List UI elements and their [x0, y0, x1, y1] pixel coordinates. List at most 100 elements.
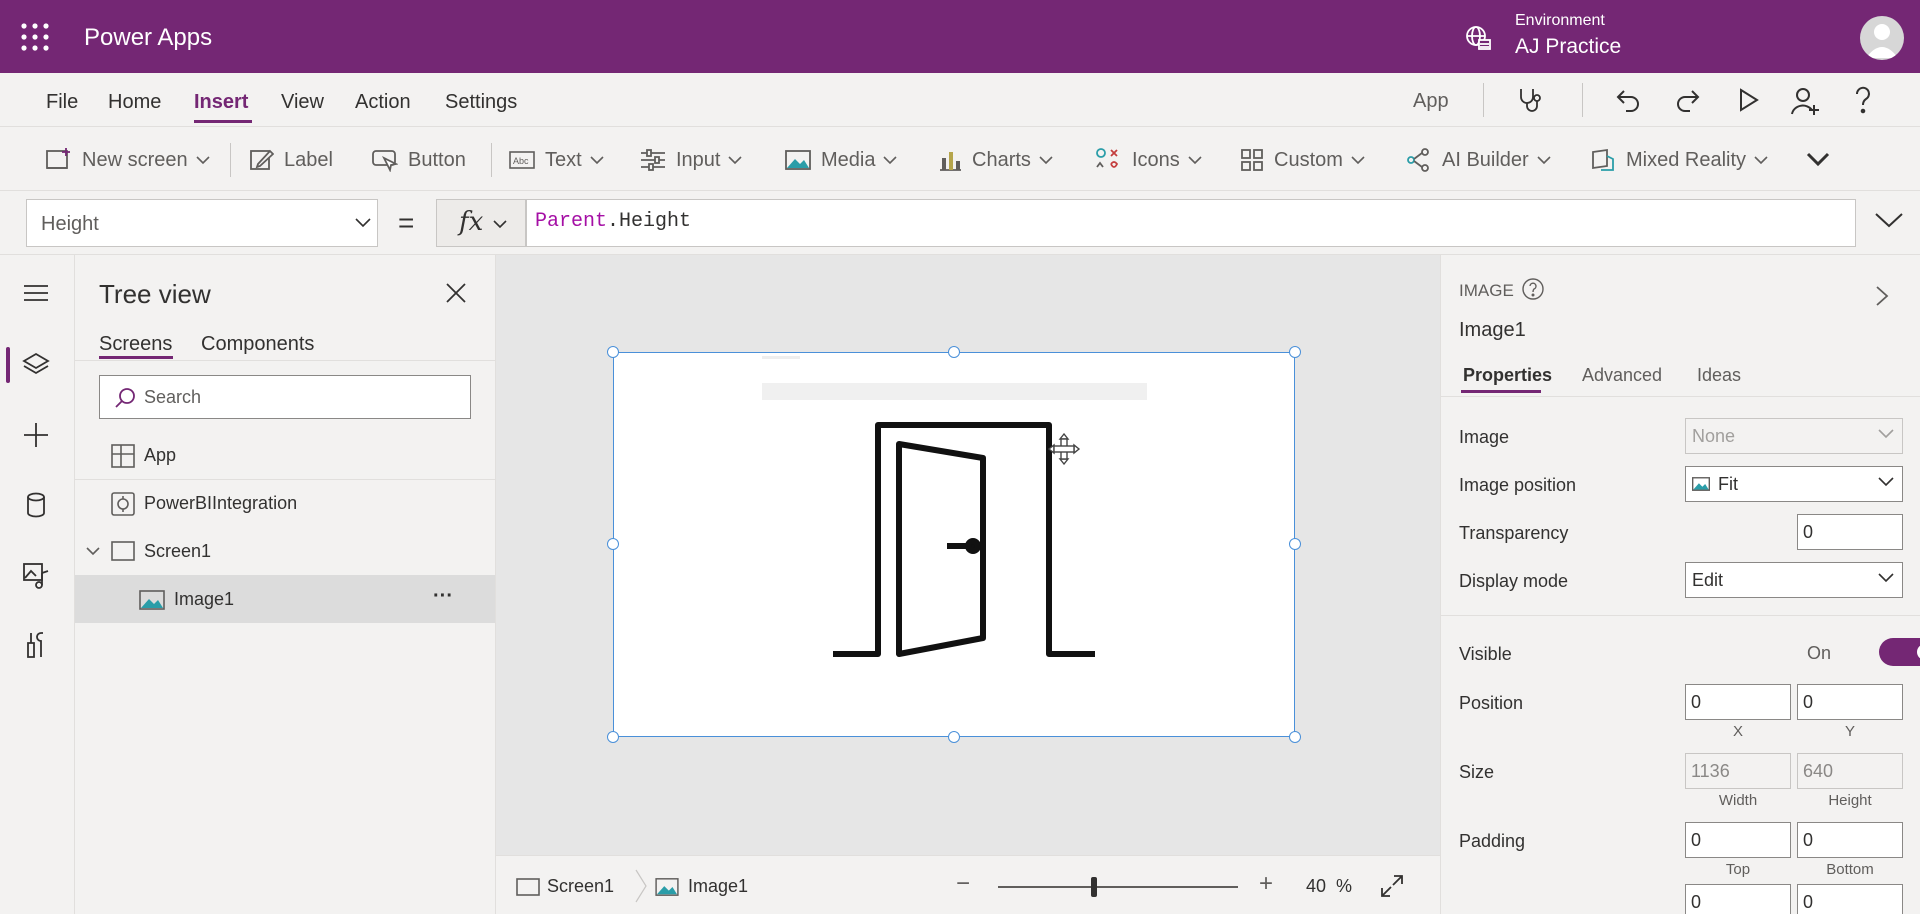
- zoom-out-button[interactable]: −: [956, 870, 970, 898]
- padding-left-input[interactable]: 0: [1685, 884, 1791, 914]
- zoom-unit: %: [1336, 876, 1353, 896]
- tree-item-image1[interactable]: Image1 ···: [75, 575, 495, 623]
- zoom-in-button[interactable]: +: [1259, 870, 1273, 898]
- avatar[interactable]: [1860, 16, 1904, 60]
- properties-panel: IMAGE Image1 Properties Advanced Ideas I…: [1440, 255, 1920, 914]
- breadcrumb-screen[interactable]: Screen1: [547, 876, 614, 897]
- padding-top-input[interactable]: 0: [1685, 822, 1791, 858]
- chevron-down-icon: [883, 155, 898, 165]
- database-icon[interactable]: [22, 491, 50, 519]
- display-mode-dropdown[interactable]: Edit: [1685, 562, 1903, 598]
- position-x-input[interactable]: 0: [1685, 684, 1791, 720]
- stethoscope-icon[interactable]: [1515, 85, 1545, 115]
- icons-button[interactable]: Icons: [1094, 147, 1202, 173]
- app-name[interactable]: Power Apps: [84, 24, 212, 52]
- undo-icon[interactable]: [1614, 86, 1642, 114]
- ribbon-expand-chevron-icon[interactable]: [1806, 151, 1830, 167]
- media-icon[interactable]: [22, 561, 50, 589]
- fx-button[interactable]: fx: [436, 199, 526, 247]
- resize-handle[interactable]: [1289, 346, 1301, 358]
- resize-handle[interactable]: [607, 346, 619, 358]
- y-sublabel: Y: [1844, 723, 1855, 740]
- image-icon: [785, 149, 811, 171]
- text-button[interactable]: Abc Text: [509, 147, 604, 173]
- height-input[interactable]: 640: [1797, 753, 1903, 789]
- ai-builder-button[interactable]: AI Builder: [1406, 147, 1551, 173]
- tab-ideas[interactable]: Ideas: [1697, 365, 1741, 386]
- tree-search-input[interactable]: Search: [99, 375, 471, 419]
- tab-properties[interactable]: Properties: [1463, 365, 1552, 386]
- divider: [230, 143, 231, 177]
- play-icon[interactable]: [1735, 87, 1761, 113]
- media-button[interactable]: Media: [785, 147, 898, 173]
- tree-item-powerbiintegration[interactable]: PowerBIIntegration: [75, 479, 495, 527]
- resize-handle[interactable]: [948, 346, 960, 358]
- menu-action[interactable]: Action: [355, 91, 411, 114]
- input-button[interactable]: Input: [640, 147, 743, 173]
- ai-builder-icon: [1406, 147, 1432, 173]
- tree-layers-icon[interactable]: [22, 351, 50, 379]
- resize-handle[interactable]: [1289, 538, 1301, 550]
- property-dropdown[interactable]: Height: [26, 199, 378, 247]
- image-position-dropdown[interactable]: Fit: [1685, 466, 1903, 502]
- label-button[interactable]: Label: [250, 147, 333, 173]
- app-checker-link[interactable]: App: [1413, 90, 1449, 113]
- resize-handle[interactable]: [1289, 731, 1301, 743]
- transparency-input[interactable]: 0: [1797, 514, 1903, 550]
- zoom-slider[interactable]: [998, 879, 1238, 895]
- chevron-down-icon: [1754, 155, 1768, 165]
- menu-settings[interactable]: Settings: [445, 91, 517, 114]
- fit-to-window-icon[interactable]: [1380, 874, 1404, 898]
- svg-text:Abc: Abc: [513, 156, 529, 166]
- chevron-down-icon[interactable]: [85, 545, 101, 557]
- close-icon[interactable]: [445, 282, 467, 304]
- custom-label: Custom: [1274, 148, 1343, 171]
- text-icon: Abc: [509, 149, 535, 171]
- control-name[interactable]: Image1: [1459, 319, 1526, 342]
- formula-input[interactable]: Parent.Height: [526, 199, 1856, 247]
- formula-expand-chevron-icon[interactable]: [1874, 211, 1904, 229]
- active-tab-indicator: [1461, 390, 1541, 393]
- redo-icon[interactable]: [1674, 86, 1702, 114]
- tools-icon[interactable]: [22, 631, 50, 659]
- equals-sign: =: [398, 207, 415, 238]
- help-circle-icon[interactable]: [1521, 277, 1545, 301]
- environment-name[interactable]: AJ Practice: [1515, 35, 1621, 59]
- breadcrumb-control[interactable]: Image1: [688, 876, 748, 897]
- tab-advanced[interactable]: Advanced: [1582, 365, 1662, 386]
- more-options-icon[interactable]: ···: [433, 585, 453, 608]
- new-screen-button[interactable]: New screen: [46, 147, 210, 173]
- chevron-down-icon: [1878, 477, 1894, 487]
- resize-handle[interactable]: [607, 731, 619, 743]
- globe-icon[interactable]: [1464, 24, 1492, 52]
- button-button[interactable]: Button: [372, 147, 466, 173]
- tree-item-app[interactable]: App: [75, 431, 495, 479]
- menu-home[interactable]: Home: [108, 91, 161, 114]
- user-icon[interactable]: [1790, 86, 1820, 116]
- waffle-icon[interactable]: [18, 20, 52, 54]
- resize-handle[interactable]: [607, 538, 619, 550]
- zoom-slider-thumb[interactable]: [1091, 877, 1097, 897]
- visible-toggle[interactable]: [1879, 638, 1920, 666]
- menu-file[interactable]: File: [46, 91, 78, 114]
- custom-button[interactable]: Custom: [1240, 147, 1365, 173]
- plus-icon[interactable]: [22, 421, 50, 449]
- help-icon[interactable]: [1850, 86, 1876, 114]
- padding-bottom-input[interactable]: 0: [1797, 822, 1903, 858]
- collapse-panel-chevron-icon[interactable]: [1875, 285, 1889, 307]
- padding-right-input[interactable]: 0: [1797, 884, 1903, 914]
- width-input[interactable]: 1136: [1685, 753, 1791, 789]
- menu-insert[interactable]: Insert: [194, 91, 248, 114]
- tab-components[interactable]: Components: [201, 333, 314, 356]
- mixed-reality-button[interactable]: Mixed Reality: [1590, 147, 1768, 173]
- charts-button[interactable]: Charts: [938, 147, 1053, 173]
- environment-label[interactable]: Environment: [1515, 12, 1605, 30]
- visible-toggle-state: On: [1807, 643, 1832, 663]
- position-y-input[interactable]: 0: [1797, 684, 1903, 720]
- menu-view[interactable]: View: [281, 91, 324, 114]
- tab-screens[interactable]: Screens: [99, 333, 172, 356]
- resize-handle[interactable]: [948, 731, 960, 743]
- tree-item-screen1[interactable]: Screen1: [75, 527, 495, 575]
- image-dropdown[interactable]: None: [1685, 418, 1903, 454]
- hamburger-icon[interactable]: [22, 283, 50, 303]
